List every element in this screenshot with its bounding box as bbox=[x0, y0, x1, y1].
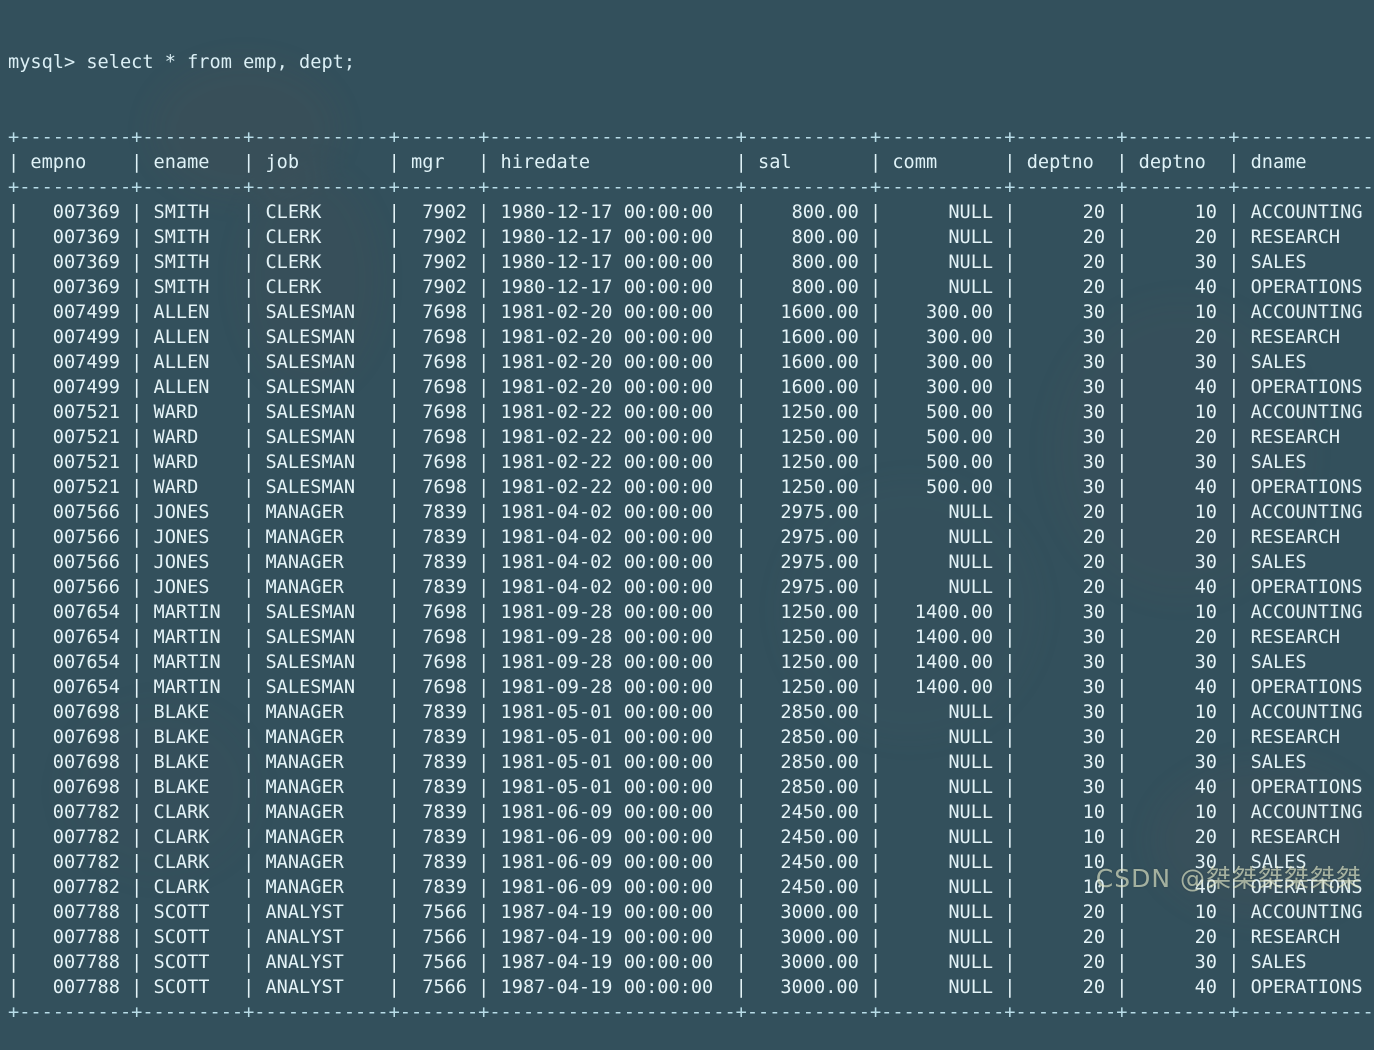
table-row: | 007566 | JONES | MANAGER | 7839 | 1981… bbox=[8, 527, 1341, 548]
table-row: | 007654 | MARTIN | SALESMAN | 7698 | 19… bbox=[8, 677, 1363, 698]
table-row: | 007566 | JONES | MANAGER | 7839 | 1981… bbox=[8, 552, 1307, 573]
table-rule-header: +----------+---------+------------+-----… bbox=[8, 177, 1374, 198]
table-row: | 007566 | JONES | MANAGER | 7839 | 1981… bbox=[8, 502, 1363, 523]
table-row: | 007369 | SMITH | CLERK | 7902 | 1980-1… bbox=[8, 227, 1341, 248]
table-header-row: | empno | ename | job | mgr | hiredate |… bbox=[8, 152, 1307, 173]
table-row: | 007369 | SMITH | CLERK | 7902 | 1980-1… bbox=[8, 202, 1363, 223]
table-row: | 007654 | MARTIN | SALESMAN | 7698 | 19… bbox=[8, 602, 1363, 623]
table-row: | 007782 | CLARK | MANAGER | 7839 | 1981… bbox=[8, 877, 1363, 898]
table-rule-top: +----------+---------+------------+-----… bbox=[8, 127, 1374, 148]
table-row: | 007698 | BLAKE | MANAGER | 7839 | 1981… bbox=[8, 702, 1363, 723]
table-row: | 007521 | WARD | SALESMAN | 7698 | 1981… bbox=[8, 427, 1341, 448]
table-row: | 007654 | MARTIN | SALESMAN | 7698 | 19… bbox=[8, 652, 1307, 673]
table-row: | 007566 | JONES | MANAGER | 7839 | 1981… bbox=[8, 577, 1363, 598]
table-row: | 007369 | SMITH | CLERK | 7902 | 1980-1… bbox=[8, 252, 1307, 273]
query-result-table: +----------+---------+------------+-----… bbox=[0, 125, 1374, 1025]
table-row: | 007788 | SCOTT | ANALYST | 7566 | 1987… bbox=[8, 977, 1363, 998]
table-row: | 007788 | SCOTT | ANALYST | 7566 | 1987… bbox=[8, 952, 1307, 973]
table-row: | 007369 | SMITH | CLERK | 7902 | 1980-1… bbox=[8, 277, 1363, 298]
table-row: | 007521 | WARD | SALESMAN | 7698 | 1981… bbox=[8, 477, 1363, 498]
table-row: | 007521 | WARD | SALESMAN | 7698 | 1981… bbox=[8, 452, 1307, 473]
table-row: | 007698 | BLAKE | MANAGER | 7839 | 1981… bbox=[8, 727, 1341, 748]
table-row: | 007499 | ALLEN | SALESMAN | 7698 | 198… bbox=[8, 302, 1363, 323]
table-row: | 007788 | SCOTT | ANALYST | 7566 | 1987… bbox=[8, 902, 1363, 923]
table-row: | 007782 | CLARK | MANAGER | 7839 | 1981… bbox=[8, 827, 1341, 848]
table-rule-bottom: +----------+---------+------------+-----… bbox=[8, 1002, 1374, 1023]
table-row: | 007698 | BLAKE | MANAGER | 7839 | 1981… bbox=[8, 777, 1363, 798]
table-row: | 007782 | CLARK | MANAGER | 7839 | 1981… bbox=[8, 802, 1363, 823]
table-row: | 007654 | MARTIN | SALESMAN | 7698 | 19… bbox=[8, 627, 1341, 648]
table-row: | 007521 | WARD | SALESMAN | 7698 | 1981… bbox=[8, 402, 1363, 423]
mysql-terminal[interactable]: mysql> select * from emp, dept; +-------… bbox=[0, 0, 1374, 1023]
table-row: | 007788 | SCOTT | ANALYST | 7566 | 1987… bbox=[8, 927, 1341, 948]
table-row: | 007698 | BLAKE | MANAGER | 7839 | 1981… bbox=[8, 752, 1307, 773]
table-row: | 007499 | ALLEN | SALESMAN | 7698 | 198… bbox=[8, 377, 1363, 398]
mysql-prompt-line: mysql> select * from emp, dept; bbox=[8, 52, 356, 73]
table-row: | 007499 | ALLEN | SALESMAN | 7698 | 198… bbox=[8, 352, 1307, 373]
table-row: | 007782 | CLARK | MANAGER | 7839 | 1981… bbox=[8, 852, 1307, 873]
table-row: | 007499 | ALLEN | SALESMAN | 7698 | 198… bbox=[8, 327, 1341, 348]
